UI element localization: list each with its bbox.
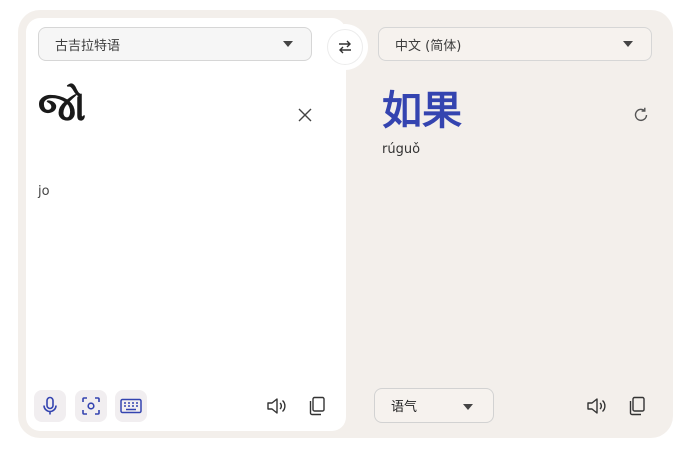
chevron-down-icon [463, 404, 473, 410]
copy-icon [309, 396, 325, 416]
chevron-down-icon [623, 41, 633, 47]
camera-translate-button[interactable] [75, 390, 107, 422]
refresh-icon [634, 107, 648, 121]
translated-text: 如果 [382, 88, 462, 134]
listen-source-button[interactable] [262, 391, 292, 421]
keyboard-icon [120, 398, 142, 414]
source-text[interactable]: જો [38, 80, 86, 134]
refresh-translation-button[interactable] [626, 100, 656, 130]
camera-scan-icon [82, 397, 100, 415]
close-icon [298, 108, 312, 122]
target-transliteration: rúguǒ [382, 142, 421, 157]
tone-select[interactable]: 语气 [374, 388, 494, 423]
clear-source-button[interactable] [290, 100, 320, 130]
target-panel [346, 18, 666, 431]
swap-icon [328, 30, 362, 64]
microphone-button[interactable] [34, 390, 66, 422]
source-language-label: 古吉拉特语 [55, 38, 121, 54]
speaker-icon [267, 398, 286, 414]
chevron-down-icon [283, 41, 293, 47]
target-language-label: 中文 (简体) [395, 38, 462, 54]
source-transliteration: jo [38, 184, 50, 199]
copy-source-button[interactable] [302, 391, 332, 421]
copy-translation-button[interactable] [622, 391, 652, 421]
source-language-select[interactable]: 古吉拉特语 [38, 27, 312, 61]
target-language-select[interactable]: 中文 (简体) [378, 27, 652, 61]
swap-languages-button[interactable] [322, 24, 368, 70]
copy-icon [629, 396, 645, 416]
speaker-icon [587, 398, 606, 414]
listen-translation-button[interactable] [582, 391, 612, 421]
keyboard-button[interactable] [115, 390, 147, 422]
tone-label: 语气 [391, 400, 418, 415]
microphone-icon [43, 396, 57, 415]
